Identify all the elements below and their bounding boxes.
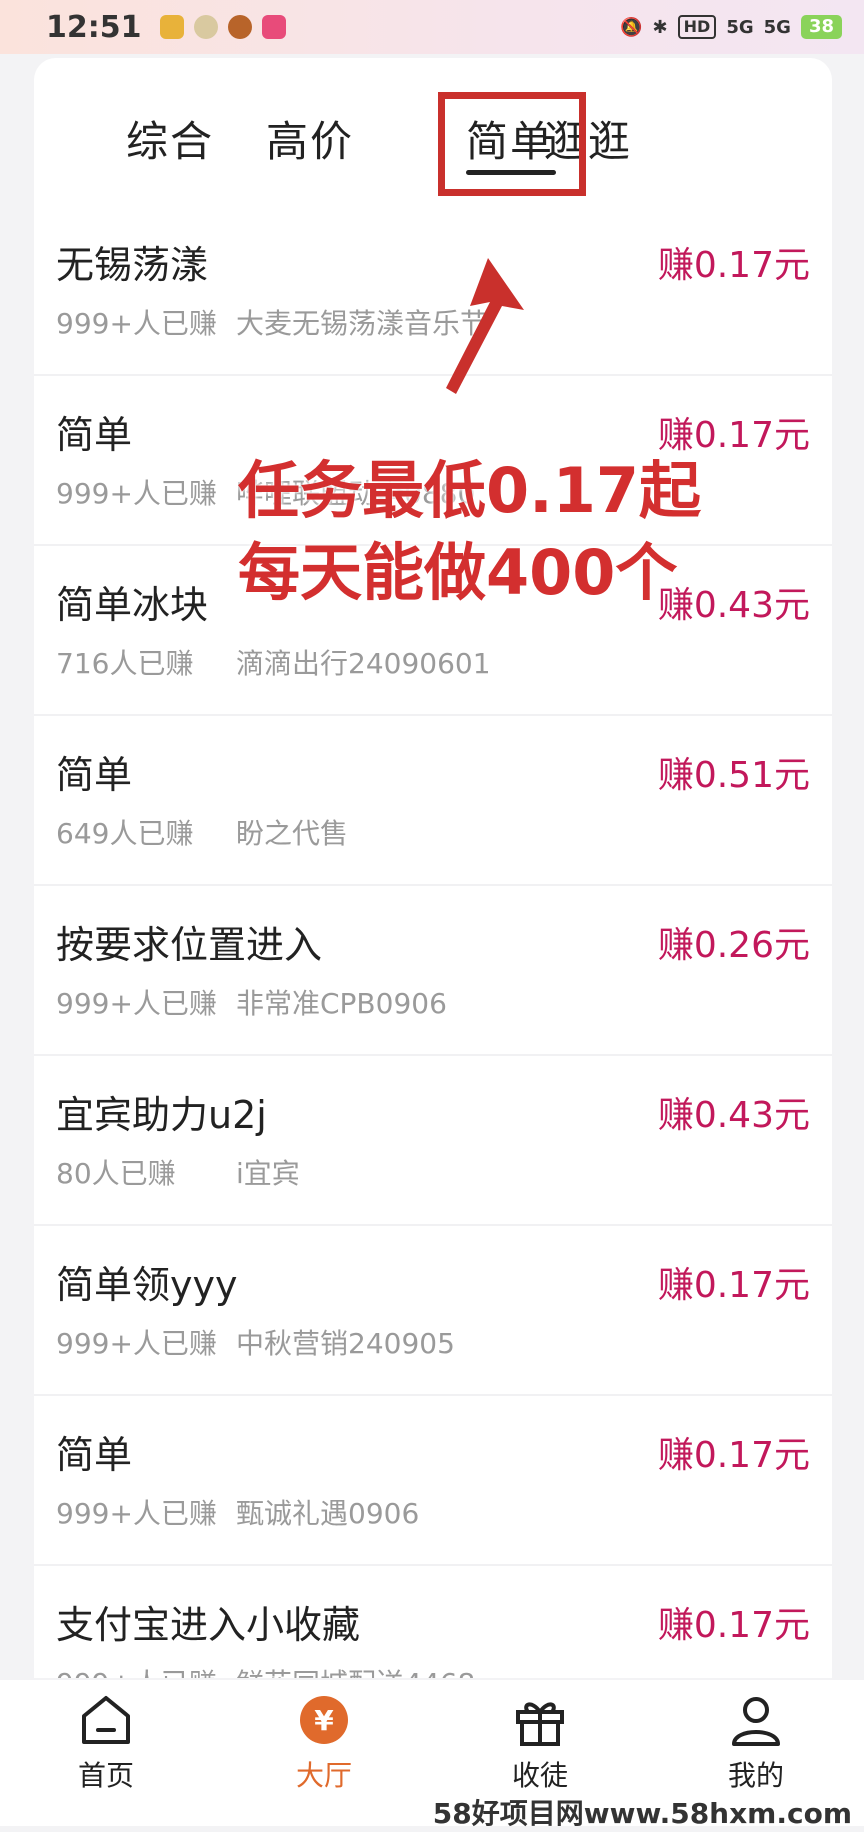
home-icon — [82, 1696, 130, 1744]
annotation-arrow-icon — [446, 258, 524, 394]
task-title: 无锡荡漾 — [56, 243, 209, 287]
task-reward: 赚0.26元 — [657, 925, 810, 966]
status-right: 🔕 ✱ HD 5G 5G 38 — [620, 15, 842, 39]
task-title: 宜宾助力u2j — [56, 1093, 267, 1137]
notification-icons — [159, 15, 286, 39]
task-source: 中秋营销240905 — [236, 1327, 455, 1360]
task-source: 甄诚礼遇0906 — [236, 1497, 420, 1530]
task-count: 999+人已赚 — [56, 307, 217, 340]
nav-label: 首页 — [77, 1759, 134, 1792]
task-item[interactable]: 简单 649人已赚 盼之代售 赚0.51元 — [34, 716, 832, 886]
task-reward: 赚0.43元 — [657, 1095, 810, 1136]
task-meta: 80人已赚 i宜宾 — [56, 1152, 300, 1192]
task-title: 支付宝进入小收藏 — [56, 1603, 361, 1647]
tab-comprehensive[interactable]: 综合 — [126, 108, 214, 169]
task-count: 999+人已赚 — [56, 1497, 217, 1530]
task-title: 简单冰块 — [56, 583, 209, 627]
nav-apprentice[interactable]: 收徒 — [470, 1690, 610, 1794]
task-reward: 赚0.51元 — [657, 755, 810, 796]
task-meta: 999+人已赚 中秋营销240905 — [56, 1322, 455, 1362]
task-reward: 赚0.17元 — [657, 1605, 810, 1646]
task-item[interactable]: 简单 999+人已赚 甄诚礼遇0906 赚0.17元 — [34, 1396, 832, 1566]
yuan-coin-glyph: ¥ — [314, 1704, 334, 1737]
nav-hall[interactable]: ¥ 大厅 — [254, 1690, 394, 1794]
nav-mine[interactable]: 我的 — [686, 1690, 826, 1794]
task-count: 80人已赚 — [56, 1157, 176, 1190]
promo-line: 每天能做400个 — [238, 536, 678, 609]
battery-icon: 38 — [800, 15, 842, 39]
user-icon — [732, 1697, 780, 1746]
nav-label: 收徒 — [511, 1759, 568, 1792]
nav-label: 大厅 — [295, 1759, 352, 1792]
task-meta: 999+人已赚 甄诚礼遇0906 — [56, 1492, 419, 1532]
hd-icon: HD — [677, 15, 717, 39]
task-title: 简单 — [56, 413, 133, 457]
app-notification-icon — [261, 15, 286, 39]
task-count: 999+人已赚 — [56, 477, 217, 510]
gift-icon — [516, 1702, 564, 1746]
task-item[interactable]: 按要求位置进入 999+人已赚 非常准CPB0906 赚0.26元 — [34, 886, 832, 1056]
task-meta: 999+人已赚 大麦无锡荡漾音乐节 — [56, 302, 488, 342]
task-reward: 赚0.17元 — [657, 1435, 810, 1476]
yuan-coin-icon: ¥ — [300, 1696, 348, 1744]
watermark: 58好项目网www.58hxm.com — [432, 1797, 852, 1830]
task-reward: 赚0.17元 — [657, 1265, 810, 1306]
task-meta: 999+人已赚鲜花同城配送4468 — [56, 1662, 475, 1678]
task-source: i宜宾 — [236, 1157, 300, 1190]
task-title: 简单 — [56, 753, 133, 797]
task-count: 649人已赚 — [56, 817, 194, 850]
task-meta: 999+人已赚 非常准CPB0906 — [56, 982, 447, 1022]
task-item[interactable]: 无锡荡漾 999+人已赚 大麦无锡荡漾音乐节 赚0.17元 — [34, 206, 832, 376]
task-list: 无锡荡漾 999+人已赚 大麦无锡荡漾音乐节 赚0.17元 简单 999+人已赚哔… — [34, 206, 832, 1678]
task-count: 999+人已赚 — [56, 1662, 236, 1678]
highlight-annotation-box — [438, 92, 586, 196]
nav-label: 我的 — [727, 1759, 784, 1792]
tab-high-price[interactable]: 高价 — [266, 108, 354, 169]
task-source: 非常准CPB0906 — [236, 987, 447, 1020]
task-source: 鲜花同城配送4468 — [236, 1667, 475, 1678]
app-notification-icon — [159, 15, 184, 39]
task-count: 999+人已赚 — [56, 1327, 217, 1360]
task-item[interactable]: 简单领yyy 999+人已赚 中秋营销240905 赚0.17元 — [34, 1226, 832, 1396]
status-time: 12:51 — [46, 9, 142, 45]
task-meta: 716人已赚 滴滴出行24090601 — [56, 642, 491, 682]
app-notification-icon — [193, 15, 218, 39]
bluetooth-icon: ✱ — [652, 16, 668, 38]
signal-icon: 5G — [763, 16, 791, 38]
mute-icon: 🔕 — [620, 16, 643, 38]
task-title: 按要求位置进入 — [56, 923, 323, 967]
task-title: 简单领yyy — [56, 1263, 238, 1307]
task-count: 999+人已赚 — [56, 987, 217, 1020]
promo-line: 任务最低0.17起 — [238, 454, 701, 527]
status-bar: 12:51 🔕 ✱ HD 5G 5G 38 — [0, 0, 864, 54]
task-card: 综合 高价 简单 逛逛 无锡荡漾 999+人已赚 大麦无锡荡漾音乐节 赚0.17元… — [34, 58, 832, 1678]
promo-overlay: 任务最低0.17起 每天能做400个 — [238, 450, 708, 614]
task-item[interactable]: 宜宾助力u2j 80人已赚 i宜宾 赚0.43元 — [34, 1056, 832, 1226]
signal-icon: 5G — [726, 16, 754, 38]
task-title: 简单 — [56, 1433, 133, 1477]
tab-bar: 综合 高价 简单 逛逛 — [34, 58, 832, 196]
task-meta: 649人已赚 盼之代售 — [56, 812, 348, 852]
nav-home[interactable]: 首页 — [36, 1690, 176, 1794]
app-notification-icon — [227, 15, 252, 39]
task-source: 滴滴出行24090601 — [236, 647, 491, 680]
task-item[interactable]: 支付宝进入小收藏 999+人已赚鲜花同城配送4468 赚0.17元 — [34, 1566, 832, 1678]
task-count: 716人已赚 — [56, 647, 194, 680]
task-reward: 赚0.17元 — [657, 245, 810, 286]
task-source: 盼之代售 — [236, 817, 349, 850]
